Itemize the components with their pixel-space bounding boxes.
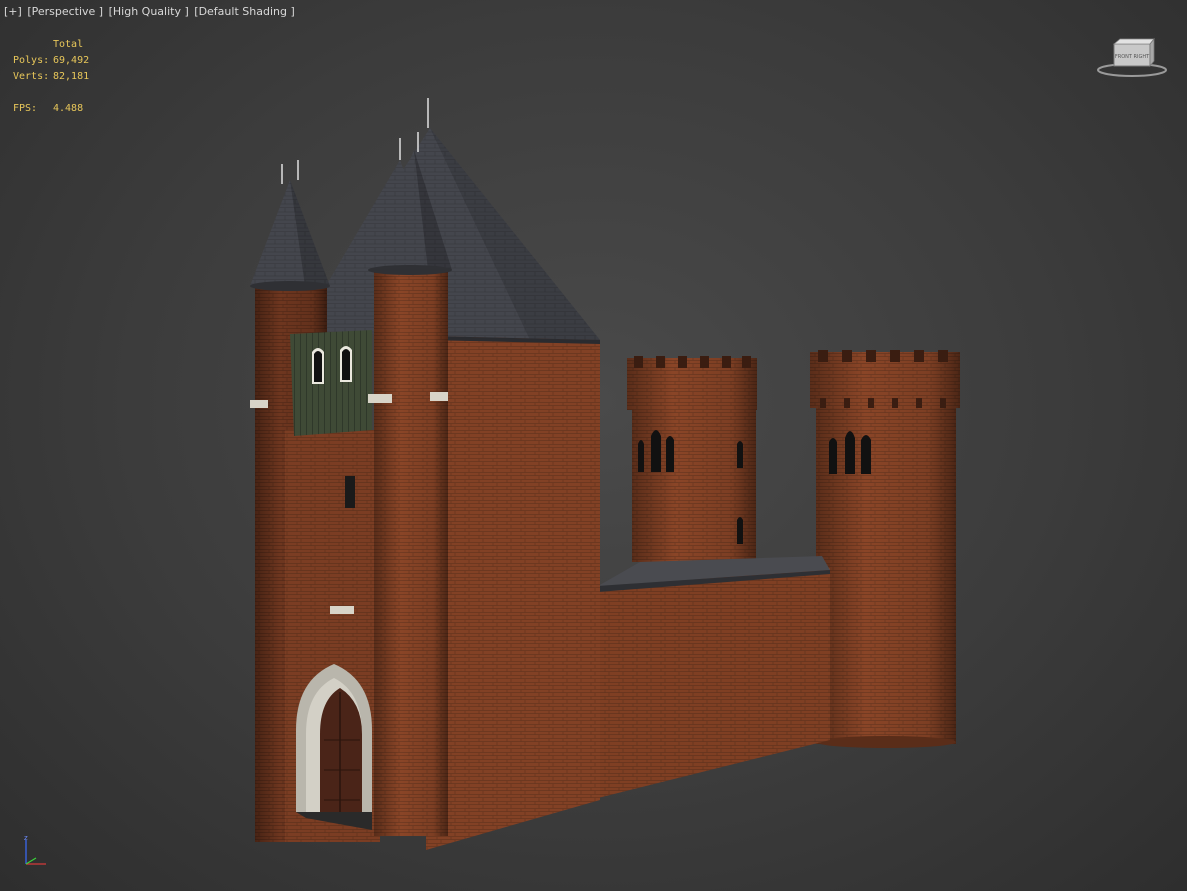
- curtain-wall[interactable]: [598, 556, 830, 798]
- gate-doorway[interactable]: [296, 664, 372, 830]
- gatehouse-roof[interactable]: [300, 128, 600, 344]
- front-tower[interactable]: [368, 150, 452, 836]
- middle-round-tower[interactable]: [627, 356, 757, 562]
- castle-model[interactable]: [0, 0, 1187, 891]
- right-round-tower[interactable]: [810, 350, 960, 748]
- wooden-hoarding[interactable]: [290, 330, 372, 436]
- gatehouse-main-block[interactable]: [426, 336, 600, 850]
- y-axis-line: [25, 857, 37, 865]
- z-axis-label: z: [24, 834, 28, 842]
- axis-tripod: z: [24, 834, 46, 865]
